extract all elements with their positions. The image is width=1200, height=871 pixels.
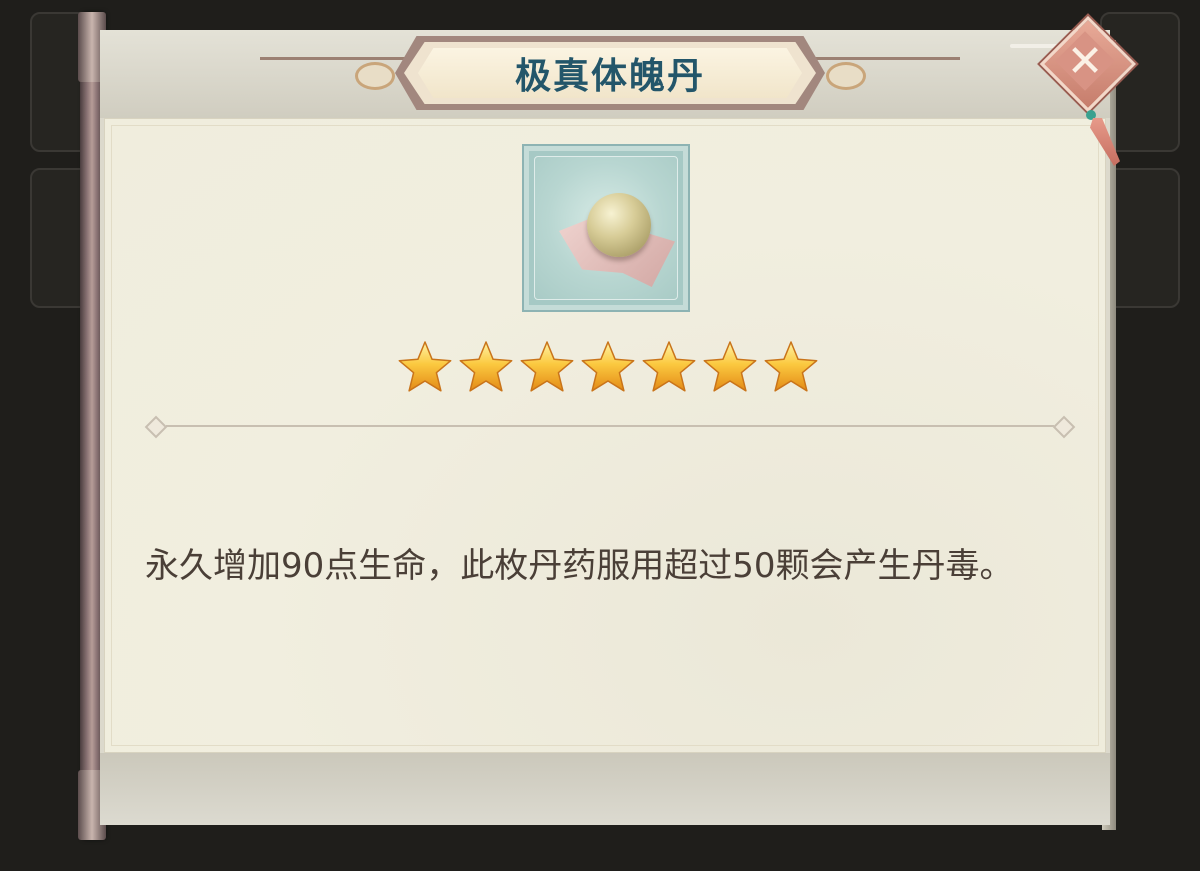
- close-icon: ✕: [1066, 35, 1104, 87]
- item-icon-frame: [522, 144, 690, 312]
- star-icon: [642, 341, 696, 392]
- title-ornament-curl-right: [826, 62, 866, 90]
- star-icon: [459, 341, 513, 392]
- title-ornament-curl-left: [355, 62, 395, 90]
- divider-gem-right: [1052, 415, 1076, 439]
- section-divider: [140, 413, 1080, 439]
- close-button[interactable]: ✕: [1039, 15, 1137, 113]
- star-icon: [520, 341, 574, 392]
- star-rating: [396, 338, 820, 400]
- star-icon: [581, 341, 635, 392]
- title-ornament-line-right: [810, 57, 960, 60]
- divider-gem-left: [144, 415, 168, 439]
- divider-line: [166, 425, 1054, 427]
- star-icon: [703, 341, 757, 392]
- pill-icon: [587, 193, 651, 257]
- star-icon: [764, 341, 818, 392]
- title-ornament-line-left: [260, 57, 410, 60]
- item-title: 极真体魄丹: [514, 56, 705, 97]
- star-icon: [398, 341, 452, 392]
- dialog-footer: [100, 753, 1110, 825]
- item-icon-background: [534, 156, 678, 300]
- item-description: 永久增加90点生命，此枚丹药服用超过50颗会产生丹毒。: [145, 546, 1014, 586]
